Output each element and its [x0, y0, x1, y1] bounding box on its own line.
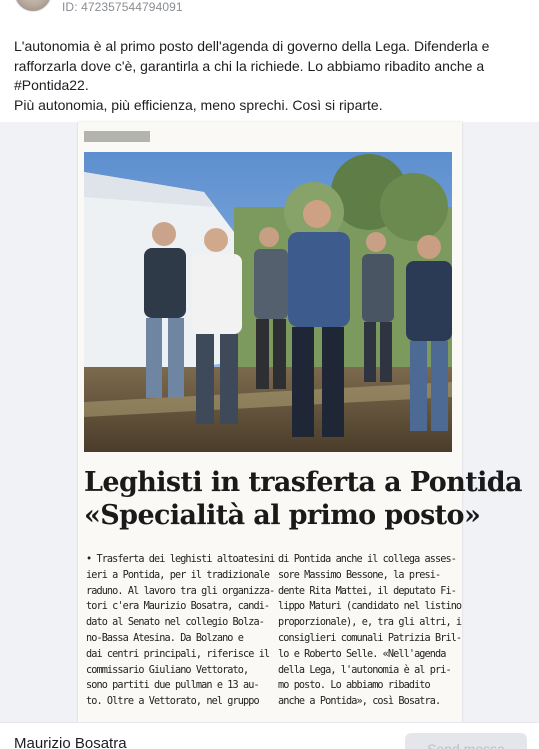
article-line: sono partiti due pullman e 13 au-: [86, 680, 260, 692]
article-column-left: • Trasferta dei leghisti altoatesini ier…: [86, 552, 275, 710]
article-line: lo e Roberto Selle. «Nell'agenda: [278, 648, 446, 660]
article-line: dai centri principali, riferisce il: [86, 648, 270, 660]
article-line: di Pontida anche il collega asses-: [278, 554, 457, 565]
article-line: sore Massimo Bessone, la presi-: [278, 569, 441, 581]
article-line: proporzionale), e, tra gli altri, i: [278, 617, 462, 629]
article-line: • Trasferta dei leghisti altoatesini: [86, 554, 275, 565]
headline-line: «Specialità al primo posto»: [84, 500, 481, 531]
post-text: L'autonomia è al primo posto dell'agenda…: [14, 37, 529, 115]
post-text-line: Più autonomia, più efficienza, meno spre…: [14, 96, 383, 113]
article-photo: [84, 152, 452, 452]
article-line: dato al Senato nel collegio Bolza-: [86, 617, 265, 629]
post-id: ID: 472357544794091: [62, 0, 183, 14]
kicker-bar: [84, 131, 150, 142]
article-column-right: di Pontida anche il collega asses- sore …: [278, 552, 462, 710]
post-footer: Maurizio Bosatra Send messa: [0, 722, 539, 749]
article-line: tori c'era Maurizio Bosatra, candi-: [86, 601, 270, 613]
article-headline: Leghisti in trasferta a Pontida «Special…: [84, 466, 523, 532]
article-line: della Lega, l'autonomia è al pri-: [278, 664, 452, 676]
post-hashtag[interactable]: #Pontida22.: [14, 76, 529, 96]
headline-line: Leghisti in trasferta a Pontida: [84, 467, 523, 498]
avatar[interactable]: [14, 0, 52, 12]
article-line: consiglieri comunali Patrizia Bril-: [278, 632, 462, 644]
post-text-line: L'autonomia è al primo posto dell'agenda…: [14, 38, 490, 54]
post-text-line: rafforzarla dove c'è, garantirla a chi l…: [14, 57, 485, 74]
article-line: lippo Maturi (candidato nel listino: [278, 601, 462, 613]
article-line: dente Rita Mattei, il deputato Fi-: [278, 585, 457, 597]
article-line: commissario Giuliano Vettorato,: [86, 664, 249, 676]
article-line: raduno. Al lavoro tra gli organizza-: [86, 585, 275, 597]
send-message-button[interactable]: Send messa: [405, 733, 527, 749]
post-header: ID: 472357544794091: [0, 0, 539, 28]
article-line: ieri a Pontida, per il tradizionale: [86, 569, 270, 581]
post-media[interactable]: Leghisti in trasferta a Pontida «Special…: [0, 122, 539, 722]
article-line: no-Bassa Atesina. Da Bolzano e: [86, 632, 244, 644]
author-name[interactable]: Maurizio Bosatra: [14, 735, 127, 749]
article-line: anche a Pontida», così Bosatra.: [278, 696, 441, 708]
article-line: mo posto. Lo abbiamo ribadito: [278, 680, 431, 692]
newspaper-clipping: Leghisti in trasferta a Pontida «Special…: [78, 122, 523, 722]
article-line: to. Oltre a Vettorato, nel gruppo: [86, 696, 260, 708]
